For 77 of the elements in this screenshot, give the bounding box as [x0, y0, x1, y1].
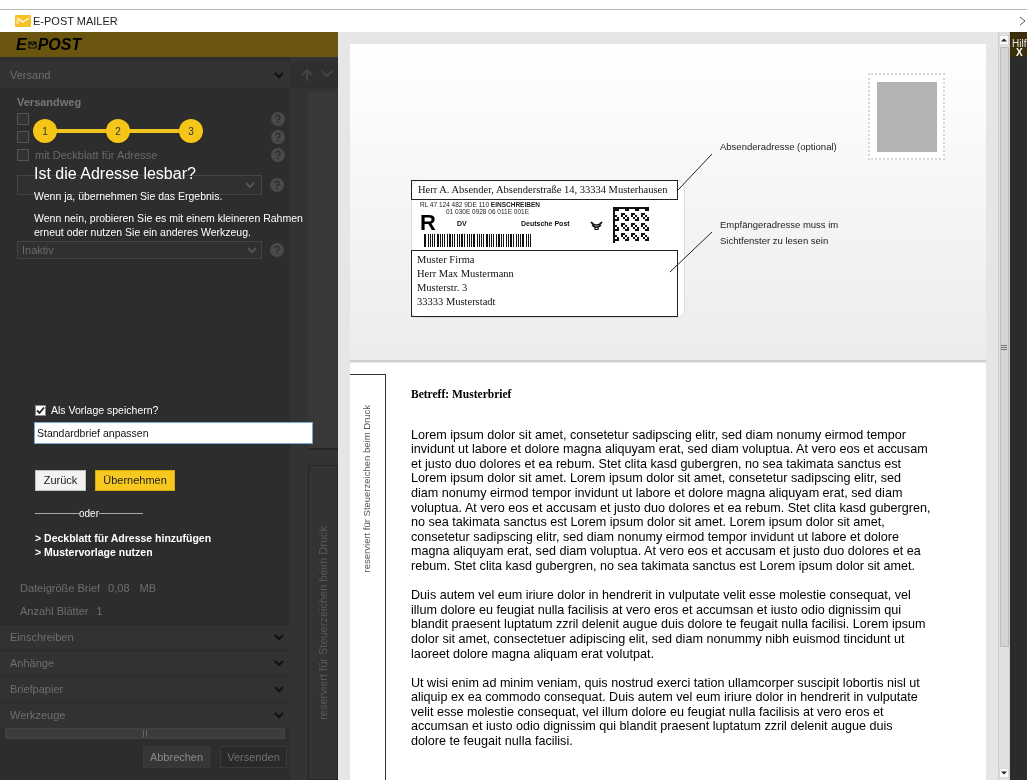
- section-header[interactable]: Einschreiben: [0, 624, 290, 650]
- help-panel-title: Hilf: [1011, 39, 1027, 48]
- help-icon[interactable]: [270, 178, 284, 192]
- address-line: 33333 Musterstadt: [417, 295, 497, 309]
- checkbox[interactable]: [35, 405, 46, 417]
- margin-note: reserviert für Steuerzeichen beim Druck: [360, 405, 374, 573]
- section-title: Einschreiben: [10, 630, 74, 646]
- address-line: Muster Firma: [417, 253, 476, 267]
- posthorn-icon: [590, 220, 603, 230]
- link[interactable]: > Deckblatt für Adresse hinzufügen: [35, 531, 212, 547]
- address-line: Herr Max Mustermann: [417, 267, 515, 281]
- stamp-placeholder: [876, 81, 937, 152]
- window-title: E-POST MAILER: [33, 13, 118, 29]
- stat-label: Anzahl Blätter: [20, 603, 89, 619]
- dropdown[interactable]: Inaktiv: [17, 241, 262, 259]
- chevron-icon[interactable]: [274, 634, 284, 641]
- help-icon[interactable]: [270, 243, 284, 257]
- stat-unit: MB: [139, 580, 156, 596]
- address-line: Musterstr. 3: [417, 281, 469, 295]
- chevron-icon[interactable]: [274, 71, 284, 79]
- checkbox-label: Als Vorlage speichern?: [51, 403, 159, 418]
- scroll-down-icon[interactable]: [999, 768, 1009, 778]
- close-button[interactable]: X: [1010, 48, 1023, 57]
- chevron-icon[interactable]: [274, 660, 284, 667]
- option-label: mit Deckblatt für Adresse: [35, 147, 158, 163]
- tutorial-text: Wenn ja, übernehmen Sie das Ergebnis.: [34, 189, 224, 203]
- help-icon[interactable]: [271, 130, 285, 144]
- chevron-icon[interactable]: [245, 181, 255, 189]
- stat-value: 1: [96, 603, 103, 619]
- step-marker: 1: [33, 119, 57, 143]
- envelope-icon: [15, 15, 31, 27]
- sender-address: Herr A. Absender, Absenderstraße 14, 33334 Musterhausen: [411, 180, 678, 200]
- chevron-icon[interactable]: [274, 712, 284, 719]
- registered-mark: R: [420, 212, 436, 234]
- section-title: Anhänge: [10, 656, 55, 672]
- leader-line: [677, 153, 713, 191]
- help-icon[interactable]: [271, 112, 285, 126]
- section-title: Briefpapier: [10, 682, 64, 698]
- section-title: Versand: [10, 67, 51, 83]
- annotation: Empfängeradresse muss im Sichtfenster zu lesen sein: [720, 218, 840, 248]
- section-header[interactable]: Werkzeuge: [0, 702, 290, 728]
- chevron-icon[interactable]: [274, 686, 284, 693]
- checkbox[interactable]: [17, 131, 29, 143]
- letter-paragraph: Lorem ipsum dolor sit amet, consetetur sadipscing elitr, sed diam nonumy eirmod tempor invidunt ut labore et dolore magna aliquyam erat, sed diam voluptua. At vero eos et accusam et justo duo dolores et ea rebum. Stet clita kasd gubergren, no sea takimata sanctus est Lorem ipsum dolor sit amet. Lorem ipsum dolor sit amet, consetetur sadipscing elitr, sed diam nonumy eirmod tempor invidunt ut labore et dolore magna aliquyam erat, sed diam voluptua. At vero eos et accusam et justo duo dolores et ea rebum. Stet clita kasd gubergren, no sea takimata sanctus est Lorem ipsum dolor sit amet. Lorem ipsum dolor sit amet, consetetur sadipscing elitr, sed diam nonumy eirmod tempor invidunt ut labore et dolore magna aliquyam erat, sed diam voluptua. At vero eos et accusam et justo duo dolores et ea rebum. Stet clita kasd gubergren, no sea takimata sanctus est Lorem ipsum dolor sit amet.: [411, 427, 931, 574]
- section-title: Werkzeuge: [10, 708, 66, 724]
- chevron-icon[interactable]: [247, 246, 257, 254]
- step-marker: 3: [179, 119, 203, 143]
- separator-label: oder: [79, 507, 99, 521]
- matrix-code-drawing: [613, 207, 649, 243]
- checkbox[interactable]: [17, 149, 29, 161]
- text-field[interactable]: Standardbrief anpassen: [34, 422, 313, 444]
- envelope-icon: [27, 40, 37, 49]
- stat-value: 0,08: [108, 580, 130, 596]
- logo-text: E: [16, 34, 27, 55]
- help-icon[interactable]: [271, 148, 285, 162]
- logo-text: POST: [37, 34, 82, 55]
- section-heading: Versandweg: [17, 95, 83, 108]
- letter-paragraph: Duis autem vel eum iriure dolor in hendrerit in vulputate velit esse molestie consequat, vel illum dolore eu feugiat nulla facilisis at vero eros et accumsan et iusto odio dignissim qui blandit praesent luptatum zzril delenit augue duis dolore te feugait nulla facilisi. Lorem ipsum dolor sit amet, consectetuer adipiscing elit, sed diam nonummy nibh euismod tincidunt ut laoreet dolore magna aliquam erat volutpat.: [411, 588, 927, 662]
- dropdown-value: Inaktiv: [22, 242, 54, 258]
- dialog-button[interactable]: Abbrechen: [143, 746, 210, 768]
- tutorial-title: Ist die Adresse lesbar?: [34, 164, 196, 184]
- tutorial-text: Wenn nein, probieren Sie es mit einem kleineren Rahmen erneut oder nutzen Sie ein anderes Werkzeug.: [34, 211, 304, 239]
- horizontal-scrollbar[interactable]: [5, 728, 285, 739]
- letter-paragraph: Ut wisi enim ad minim veniam, quis nostrud exerci tation ullamcorper suscipit lobortis nisl ut aliquip ex ea commodo consequat. Duis autem vel eum iriure dolor in hendrerit in vulputate velit esse molestie consequat, vel illum dolore eu feugiat nulla facilisis at vero eros et accumsan et iusto odio dignissim qui blandit praesent luptatum zzril delenit augue duis dolore te feugait nulla facilisi.: [411, 675, 921, 749]
- stat-label: Dateigröße Brief: [20, 580, 101, 596]
- step-marker: 2: [106, 119, 130, 143]
- link[interactable]: > Mustervorlage nutzen: [35, 545, 153, 561]
- section-header[interactable]: Anhänge: [0, 650, 290, 676]
- letter-subject: Betreff: Musterbrief: [411, 387, 513, 402]
- dialog-button[interactable]: Zurück: [35, 470, 86, 491]
- checkbox[interactable]: [17, 113, 29, 125]
- scroll-up-icon[interactable]: [999, 35, 1009, 45]
- section-header[interactable]: Versand: [0, 62, 290, 88]
- section-header[interactable]: Briefpapier: [0, 676, 290, 702]
- close-icon[interactable]: [1019, 16, 1026, 26]
- dialog-button[interactable]: Übernehmen: [95, 470, 175, 491]
- annotation: Absenderadresse (optional): [720, 140, 837, 154]
